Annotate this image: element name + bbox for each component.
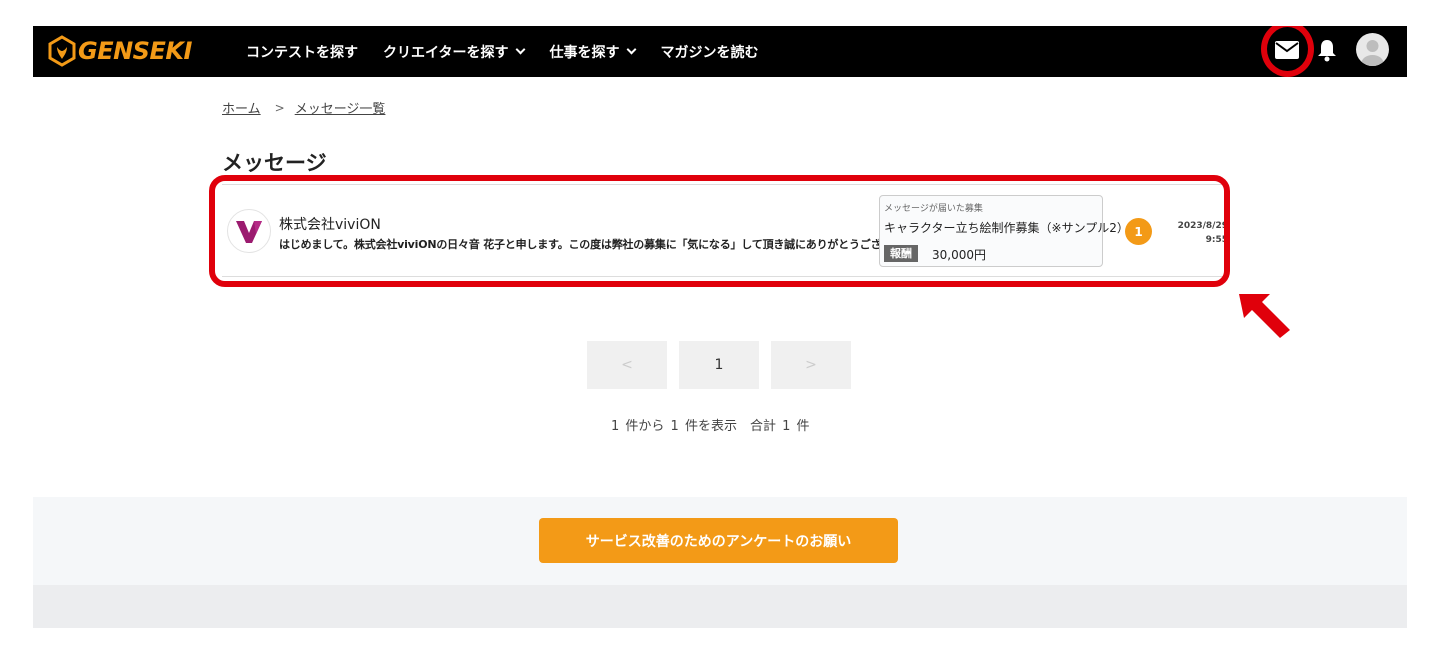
genseki-logo-mark-icon <box>48 35 76 67</box>
survey-section: サービス改善のためのアンケートのお願い <box>33 497 1407 585</box>
nav-label: マガジンを読む <box>660 44 759 61</box>
message-timestamp: 2023/8/29 9:55 <box>1158 219 1228 247</box>
top-header: GENSEKI コンテストを探す クリエイターを探す 仕事を探す マガジンを読む <box>33 26 1407 77</box>
mail-button[interactable] <box>1271 36 1303 64</box>
notification-button[interactable] <box>1317 38 1337 62</box>
logo-text: GENSEKI <box>78 37 192 65</box>
reward-value: 30,000円 <box>932 248 986 262</box>
message-time: 9:55 <box>1205 235 1228 245</box>
breadcrumb-message-list-link[interactable]: メッセージ一覧 <box>295 98 386 117</box>
job-card[interactable]: メッセージが届いた募集 キャラクター立ち絵制作募集（※サンプル2） 報酬 30,… <box>879 195 1129 267</box>
avatar[interactable] <box>1356 33 1389 66</box>
unread-count-badge: 1 <box>1125 218 1152 245</box>
chevron-down-icon <box>627 44 637 55</box>
job-title: キャラクター立ち絵制作募集（※サンプル2） <box>884 221 1129 235</box>
chevron-down-icon <box>516 44 526 55</box>
message-list: 株式会社viviON はじめまして。株式会社viviONの日々音 花子と申します… <box>222 184 1228 277</box>
vivion-logo-icon <box>236 221 262 243</box>
nav-find-creators[interactable]: クリエイターを探す <box>383 42 526 62</box>
message-preview: はじめまして。株式会社viviONの日々音 花子と申します。この度は弊社の募集に… <box>279 238 924 251</box>
page-number-button[interactable]: 1 <box>679 341 759 389</box>
nav-label: クリエイターを探す <box>383 44 509 61</box>
nav-label: 仕事を探す <box>549 44 620 61</box>
page-frame: GENSEKI コンテストを探す クリエイターを探す 仕事を探す マガジンを読む <box>33 26 1407 628</box>
footer <box>33 585 1407 628</box>
sender-name: 株式会社viviON <box>279 217 381 233</box>
user-avatar-icon <box>1361 40 1384 66</box>
job-card-label: メッセージが届いた募集 <box>884 204 983 214</box>
reward-tag: 報酬 <box>884 245 918 262</box>
breadcrumb-separator: > <box>274 100 285 115</box>
nav-label: コンテストを探す <box>246 44 358 61</box>
red-arrow-icon <box>1239 294 1290 338</box>
prev-page-button[interactable]: < <box>587 341 667 389</box>
breadcrumb-home-link[interactable]: ホーム <box>222 98 261 117</box>
pagination-summary: 1 件から 1 件を表示 合計 1 件 <box>611 419 810 434</box>
survey-button[interactable]: サービス改善のためのアンケートのお願い <box>539 518 898 563</box>
nav-read-magazine[interactable]: マガジンを読む <box>660 42 758 62</box>
pagination: < 1 > <box>587 341 863 389</box>
breadcrumb: ホーム > メッセージ一覧 <box>222 98 386 118</box>
page-title: メッセージ <box>222 151 327 175</box>
genseki-logo[interactable]: GENSEKI <box>47 35 192 67</box>
main-nav: コンテストを探す クリエイターを探す 仕事を探す マガジンを読む <box>246 26 783 77</box>
mail-icon <box>1275 41 1299 59</box>
nav-find-jobs[interactable]: 仕事を探す <box>549 42 637 62</box>
bell-icon <box>1318 40 1336 62</box>
message-date: 2023/8/29 <box>1177 221 1228 231</box>
company-logo <box>227 209 271 253</box>
message-row[interactable]: 株式会社viviON はじめまして。株式会社viviONの日々音 花子と申します… <box>222 185 1228 277</box>
nav-find-contests[interactable]: コンテストを探す <box>246 42 358 62</box>
next-page-button[interactable]: > <box>771 341 851 389</box>
